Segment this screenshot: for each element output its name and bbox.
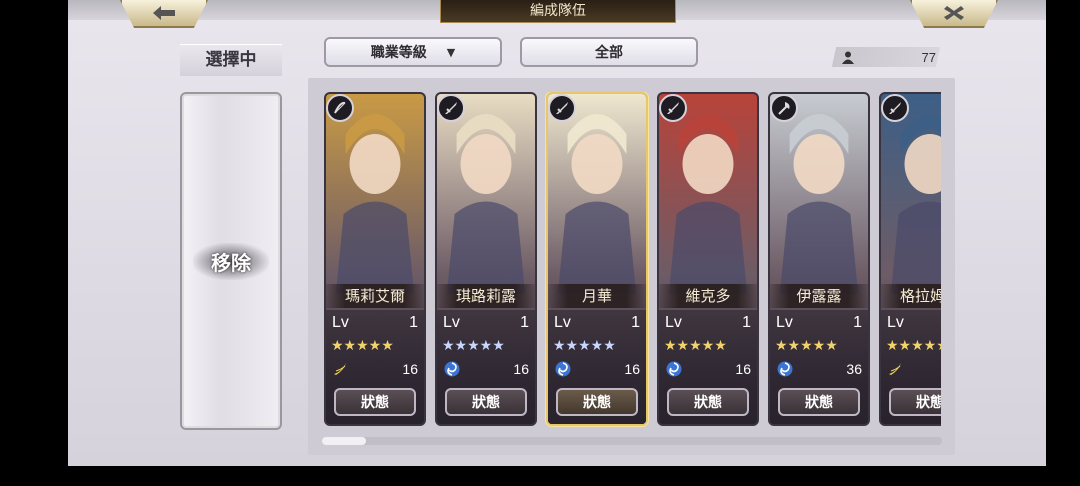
status-label: 狀態	[361, 395, 389, 411]
unit-info: Lv 1 ★★★★★ 16 狀態	[326, 310, 424, 424]
unit-info: Lv 1 ★★★★★ 36 狀態	[770, 310, 868, 424]
rarity-stars: ★★★★★	[442, 338, 505, 354]
water-swirl-icon	[555, 361, 571, 377]
remove-label: 移除	[193, 242, 269, 280]
level-label: Lv	[554, 314, 571, 331]
status-button[interactable]: 狀態	[445, 388, 527, 416]
status-label: 狀態	[805, 395, 833, 411]
unit-cost: 16	[624, 361, 640, 377]
sword-icon	[881, 94, 909, 122]
unit-name: 維克多	[659, 284, 757, 308]
status-button[interactable]: 狀態	[556, 388, 638, 416]
level-value: 1	[853, 314, 862, 331]
wind-icon	[889, 363, 901, 375]
unit-card[interactable]: 琪路莉露 Lv 1 ★★★★★ 16 狀態	[435, 92, 537, 426]
job-filter-label: 職業等級	[370, 45, 427, 61]
unit-card[interactable]: 伊露露 Lv 1 ★★★★★ 36 狀態	[768, 92, 870, 426]
level-label: Lv	[332, 314, 349, 331]
arrow-left-icon	[153, 6, 175, 20]
status-button[interactable]: 狀態	[667, 388, 749, 416]
unit-name: 伊露露	[770, 284, 868, 308]
status-button[interactable]: 狀態	[778, 388, 860, 416]
sword-icon	[548, 94, 576, 122]
status-label: 狀態	[472, 395, 500, 411]
unit-card[interactable]: 格拉姆巴 Lv ★★★★★ 狀態	[879, 92, 941, 426]
unit-card[interactable]: 月華 Lv 1 ★★★★★ 16 狀態	[546, 92, 648, 426]
unit-info: Lv 1 ★★★★★ 16 狀態	[659, 310, 757, 424]
status-button[interactable]: 狀態	[334, 388, 416, 416]
level-label: Lv	[776, 314, 793, 331]
sword-icon	[437, 94, 465, 122]
all-filter-label: 全部	[595, 45, 623, 61]
person-icon	[842, 51, 854, 64]
unit-name: 瑪莉艾爾	[326, 284, 424, 308]
unit-name: 琪路莉露	[437, 284, 535, 308]
level-label: Lv	[887, 314, 904, 331]
level-value: 1	[409, 314, 418, 331]
level-label: Lv	[443, 314, 460, 331]
all-filter-button[interactable]: 全部	[520, 37, 698, 67]
unit-card[interactable]: 瑪莉艾爾 Lv 1 ★★★★★ 16 狀態	[324, 92, 426, 426]
unit-info: Lv ★★★★★ 狀態	[881, 310, 941, 424]
axe-icon	[770, 94, 798, 122]
water-swirl-icon	[777, 361, 793, 377]
owned-count: 77	[842, 47, 936, 67]
sword-icon	[659, 94, 687, 122]
level-value: 1	[742, 314, 751, 331]
unit-cost: 16	[402, 361, 418, 377]
rarity-stars: ★★★★★	[664, 338, 727, 354]
unit-cost: 16	[513, 361, 529, 377]
remove-slot[interactable]: 移除	[180, 92, 282, 430]
status-label: 狀態	[916, 395, 941, 411]
unit-cost: 36	[846, 361, 862, 377]
close-x-icon	[944, 6, 964, 20]
rarity-stars: ★★★★★	[775, 338, 838, 354]
caret-down-icon: ▼	[446, 45, 456, 59]
unit-info: Lv 1 ★★★★★ 16 狀態	[437, 310, 535, 424]
back-button[interactable]	[120, 0, 208, 28]
level-label: Lv	[665, 314, 682, 331]
selecting-label: 選擇中	[180, 44, 282, 76]
water-swirl-icon	[444, 361, 460, 377]
rarity-stars: ★★★★★	[886, 338, 941, 354]
rarity-stars: ★★★★★	[331, 338, 394, 354]
water-swirl-icon	[666, 361, 682, 377]
wind-icon	[334, 363, 346, 375]
page-title: 編成隊伍	[440, 0, 676, 23]
unit-info: Lv 1 ★★★★★ 16 狀態	[548, 310, 646, 424]
unit-card[interactable]: 維克多 Lv 1 ★★★★★ 16 狀態	[657, 92, 759, 426]
scrollbar-track[interactable]	[322, 437, 942, 445]
owned-count-value: 77	[921, 49, 936, 65]
level-value: 1	[520, 314, 529, 331]
level-value: 1	[631, 314, 640, 331]
job-level-filter-dropdown[interactable]: 職業等級 ▼	[324, 37, 502, 67]
close-button[interactable]	[910, 0, 998, 28]
unit-card-list: 瑪莉艾爾 Lv 1 ★★★★★ 16 狀態 琪路莉露 Lv 1 ★★★★★ 16…	[324, 92, 941, 430]
unit-cost: 16	[735, 361, 751, 377]
status-label: 狀態	[583, 395, 611, 411]
scrollbar-thumb[interactable]	[322, 437, 366, 445]
game-screen: 編成隊伍 選擇中 移除 職業等級 ▼ 全部 77 瑪莉艾爾 Lv 1 ★★★★★…	[68, 0, 1046, 466]
unit-name: 格拉姆巴	[881, 284, 941, 308]
status-button[interactable]: 狀態	[889, 388, 941, 416]
rarity-stars: ★★★★★	[553, 338, 616, 354]
bow-icon	[326, 94, 354, 122]
unit-name: 月華	[548, 284, 646, 308]
status-label: 狀態	[694, 395, 722, 411]
